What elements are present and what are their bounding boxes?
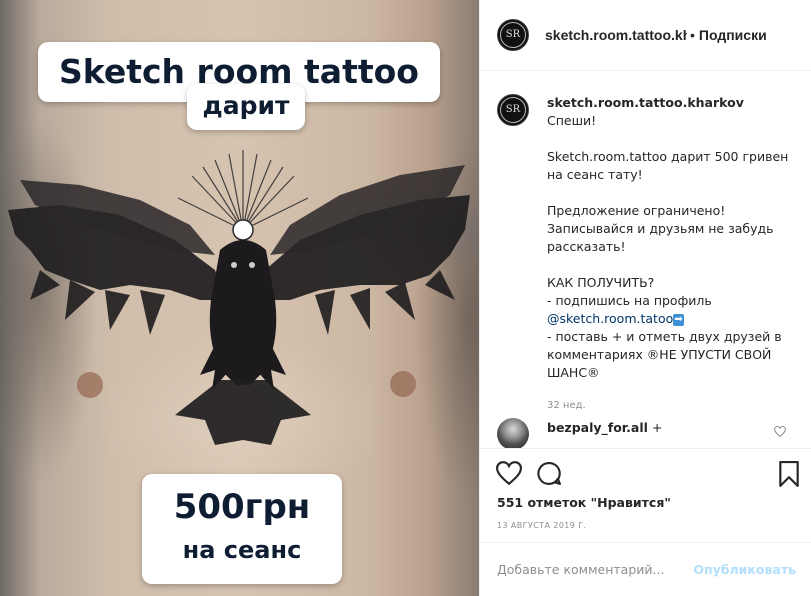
image-price-note: на сеанс: [182, 536, 302, 564]
arrow-right-icon: ➡: [673, 314, 684, 326]
image-subtitle: дарит: [187, 84, 305, 130]
avatar-logo: SR: [500, 22, 526, 48]
comment-input[interactable]: [497, 562, 694, 577]
comment-body: +: [651, 420, 663, 435]
heart-icon[interactable]: [496, 461, 522, 485]
post-photo[interactable]: Sketch room tattoo дарит 500грн на сеанс: [0, 0, 479, 596]
add-comment-bar: Опубликовать: [480, 542, 811, 596]
caption-text: sketch.room.tattoo.kharkov Спеши! Sketch…: [547, 94, 793, 382]
comment-item: bezpaly_for.all +: [497, 418, 797, 448]
image-price-box: 500грн на сеанс: [142, 474, 342, 584]
caption-step-1: - подпишись на профиль: [547, 293, 712, 308]
avatar[interactable]: SR: [497, 19, 529, 51]
caption-first-word: Спеши!: [547, 113, 597, 128]
post-date[interactable]: 13 АВГУСТА 2019 Г.: [497, 521, 586, 530]
post-side-panel: SR sketch.room.tattoo.kharkov • Подписки…: [479, 0, 811, 596]
post-comment-button[interactable]: Опубликовать: [693, 562, 796, 577]
bookmark-icon[interactable]: [778, 461, 800, 487]
caption-step-2: - поставь + и отметь двух друзей в комме…: [547, 329, 782, 380]
small-heart-icon[interactable]: [774, 426, 786, 437]
comment-icon[interactable]: [536, 461, 561, 486]
caption-paragraph-2: Предложение ограничено! Записывайся и др…: [547, 203, 774, 254]
caption-profile-link[interactable]: @sketch.room.tatoo: [547, 311, 673, 326]
image-price: 500грн: [173, 487, 311, 527]
follow-button[interactable]: Подписки: [699, 27, 767, 43]
likes-count[interactable]: 551 отметок "Нравится": [497, 495, 671, 510]
caption-avatar[interactable]: SR: [497, 94, 529, 126]
comment-username[interactable]: bezpaly_for.all: [547, 420, 648, 435]
comment-avatar[interactable]: [497, 418, 529, 448]
caption-username[interactable]: sketch.room.tattoo.kharkov: [547, 95, 744, 110]
avatar-logo: SR: [500, 97, 526, 123]
caption-time-ago[interactable]: 32 нед.: [547, 400, 586, 411]
post-header: SR sketch.room.tattoo.kharkov • Подписки: [480, 0, 811, 71]
action-icons: [496, 461, 800, 487]
comment-text: bezpaly_for.all +: [547, 420, 662, 435]
caption-how-title: КАК ПОЛУЧИТЬ?: [547, 275, 655, 290]
header-separator: •: [690, 27, 695, 43]
header-username[interactable]: sketch.room.tattoo.kharkov: [545, 27, 687, 43]
caption-paragraph-1: Sketch.room.tattoo дарит 500 гривен на с…: [547, 149, 789, 182]
post-actions: 551 отметок "Нравится" 13 АВГУСТА 2019 Г…: [480, 448, 811, 542]
comments-section[interactable]: SR sketch.room.tattoo.kharkov Спеши! Ske…: [480, 72, 811, 448]
